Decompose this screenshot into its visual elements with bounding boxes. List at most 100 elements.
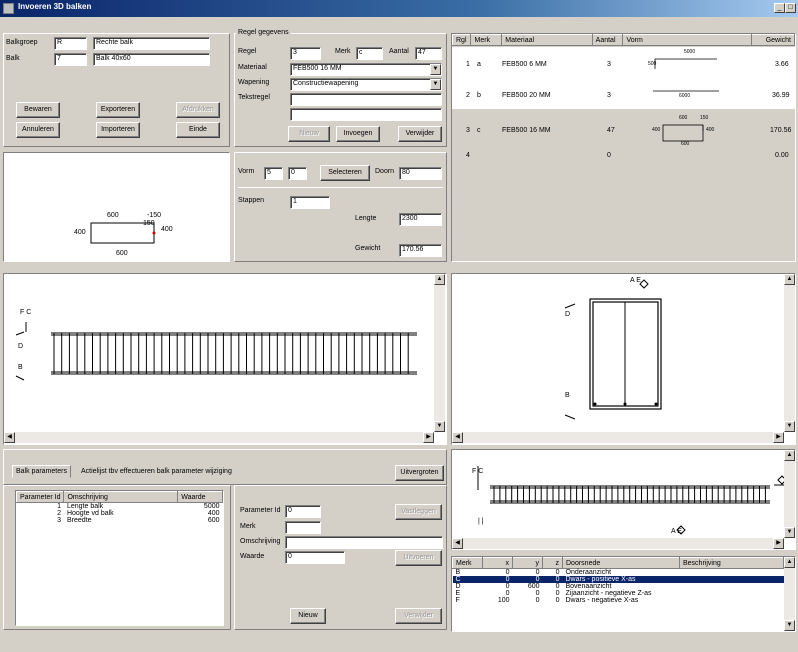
einde-button[interactable]: Einde [176, 122, 220, 138]
materiaal-select[interactable]: FEB500 16 MM ▼ [290, 63, 442, 76]
side-view-vscroll[interactable]: ▲ ▼ [434, 274, 445, 432]
nieuw-regel-button[interactable]: Nieuw [288, 126, 330, 142]
uitvergroten-button[interactable]: Uitvergroten [395, 465, 444, 481]
regel-group-title: Regel gegevens [236, 29, 291, 36]
table-row[interactable]: 1 Lengte balk 5000 [17, 503, 223, 510]
selecteren-button[interactable]: Selecteren [320, 165, 370, 181]
wapening-select[interactable]: Constructiewapening ▼ [290, 78, 442, 91]
side-view-hscroll[interactable]: ◀ ▶ [4, 432, 434, 443]
scroll-left-icon[interactable]: ◀ [4, 432, 15, 443]
col-param-id[interactable]: Parameter Id [15, 491, 65, 503]
param-id-cell: 2 [57, 510, 61, 517]
exporteren-button[interactable]: Exporteren [96, 102, 140, 118]
tekstregel-field-2[interactable] [290, 108, 442, 121]
chevron-down-icon[interactable]: ▼ [430, 79, 441, 90]
vorm-field[interactable]: 5 [264, 167, 283, 180]
balk-field[interactable]: 7 [54, 53, 87, 66]
col-view-beschrijving[interactable]: Beschrijving [679, 557, 784, 569]
top-view-vscroll[interactable]: ▲ ▼ [784, 450, 795, 538]
scroll-down-icon[interactable]: ▼ [784, 527, 795, 538]
aantal-field[interactable]: 47 [415, 47, 442, 60]
scroll-up-icon[interactable]: ▲ [784, 450, 795, 461]
param-waarde-field[interactable]: 0 [285, 551, 345, 564]
params-tabbar: Balk parameters Actielijst tbv effectuer… [3, 449, 447, 485]
uitvoeren-button[interactable]: Uitvoeren [395, 550, 442, 566]
scroll-right-icon[interactable]: ▶ [773, 538, 784, 549]
param-omschrijving-field[interactable] [285, 536, 443, 549]
col-vorm[interactable]: Vorm [622, 34, 752, 46]
scroll-right-icon[interactable]: ▶ [773, 432, 784, 443]
scroll-left-icon[interactable]: ◀ [452, 538, 463, 549]
rgl-cell: 3 [466, 127, 470, 134]
regel-field[interactable]: 3 [290, 47, 321, 60]
invoegen-button[interactable]: Invoegen [336, 126, 380, 142]
scroll-up-icon[interactable]: ▲ [434, 274, 445, 285]
afdrukken-button[interactable]: Afdrukken [176, 102, 220, 118]
col-waarde[interactable]: Waarde [177, 491, 223, 503]
scroll-left-icon[interactable]: ◀ [452, 432, 463, 443]
maximize-button[interactable]: □ [785, 3, 796, 13]
bewaren-button[interactable]: Bewaren [16, 102, 60, 118]
scroll-right-icon[interactable]: ▶ [423, 432, 434, 443]
minimize-button[interactable]: _ [774, 3, 785, 13]
table-row[interactable]: 4 0 0.00 [452, 151, 795, 163]
scroll-down-icon[interactable]: ▼ [784, 620, 795, 631]
nieuw-param-button[interactable]: Nieuw [290, 608, 326, 624]
table-row[interactable]: 3 c FEB500 16 MM 47 600 150 400 400 600 … [452, 109, 795, 151]
table-row[interactable]: 2 Hoogte vd balk 400 [17, 510, 223, 517]
merk-label: Merk [335, 48, 351, 55]
col-view-merk[interactable]: Merk [452, 557, 483, 569]
gewicht-field[interactable]: 170.56 [399, 244, 442, 257]
table-row[interactable]: D 0 600 0 Bovenaanzicht [453, 583, 784, 590]
col-materiaal[interactable]: Materiaal [501, 34, 593, 46]
table-row[interactable]: 3 Breedte 600 [17, 517, 223, 524]
annuleren-button[interactable]: Annuleren [16, 122, 60, 138]
table-row[interactable]: F 100 0 0 Dwars - negatieve X-as [453, 597, 784, 604]
scroll-down-icon[interactable]: ▼ [434, 421, 445, 432]
scroll-up-icon[interactable]: ▲ [784, 557, 795, 568]
top-view-hscroll[interactable]: ◀ ▶ [452, 538, 784, 549]
balkgroep-name-field[interactable]: Rechte balk [93, 37, 210, 50]
doorn-label: Doorn [375, 168, 395, 175]
stappen-field[interactable]: 1 [290, 196, 330, 209]
scroll-down-icon[interactable]: ▼ [784, 421, 795, 432]
col-view-z[interactable]: z [542, 557, 563, 569]
col-view-x[interactable]: x [482, 557, 513, 569]
balkgroep-field[interactable]: R [54, 37, 87, 50]
col-view-doorsnede[interactable]: Doorsnede [562, 557, 680, 569]
balk-name-field[interactable]: Balk 40x60 [93, 53, 210, 66]
vorm-field-2[interactable]: 0 [288, 167, 307, 180]
doorn-field[interactable]: 80 [399, 167, 442, 180]
col-view-y[interactable]: y [512, 557, 543, 569]
table-row[interactable]: E 0 0 0 Zijaanzicht - negatieve Z-as [453, 590, 784, 597]
vastleggen-button[interactable]: Vastleggen [395, 504, 442, 520]
section-view-drawing [564, 279, 662, 420]
table-row-selected[interactable]: C 0 0 0 Dwars - positieve X-as [452, 576, 784, 583]
col-merk[interactable]: Merk [470, 34, 503, 46]
lengte-field[interactable]: 2300 [399, 213, 442, 226]
merk-field[interactable]: c [356, 47, 383, 60]
col-omschrijving[interactable]: Omschrijving [63, 491, 179, 503]
view-x-cell: 0 [505, 590, 510, 597]
col-aantal[interactable]: Aantal [591, 34, 624, 46]
importeren-button[interactable]: Importeren [96, 122, 140, 138]
view-merk-cell: E [455, 590, 461, 597]
table-row[interactable]: 2 b FEB500 20 MM 3 6000 36.99 [452, 83, 795, 109]
verwijder-regel-button[interactable]: Verwijder [398, 126, 442, 142]
section-view-hscroll[interactable]: ◀ ▶ [452, 432, 784, 443]
table-row[interactable]: B 0 0 0 Onderaanzicht [453, 569, 784, 577]
scroll-up-icon[interactable]: ▲ [784, 274, 795, 285]
section-view-vscroll[interactable]: ▲ ▼ [784, 274, 795, 432]
param-id-field[interactable]: 0 [285, 505, 321, 518]
param-merk-field[interactable] [285, 521, 321, 534]
views-table-vscroll[interactable]: ▲ ▼ [784, 557, 795, 631]
col-rgl[interactable]: Rgl [451, 34, 472, 46]
col-gewicht[interactable]: Gewicht [750, 34, 796, 46]
verwijder-param-button[interactable]: Verwijder [395, 608, 442, 624]
chevron-down-icon[interactable]: ▼ [430, 64, 441, 75]
tekstregel-field[interactable] [290, 93, 442, 106]
table-row[interactable]: 1 a FEB500 6 MM 3 5000 500 3.66 [452, 47, 795, 83]
view-beschrijving-cell [680, 569, 784, 577]
tab-balk-parameters[interactable]: Balk parameters [12, 465, 71, 478]
balkgroep-label: Balkgroep [6, 39, 38, 46]
